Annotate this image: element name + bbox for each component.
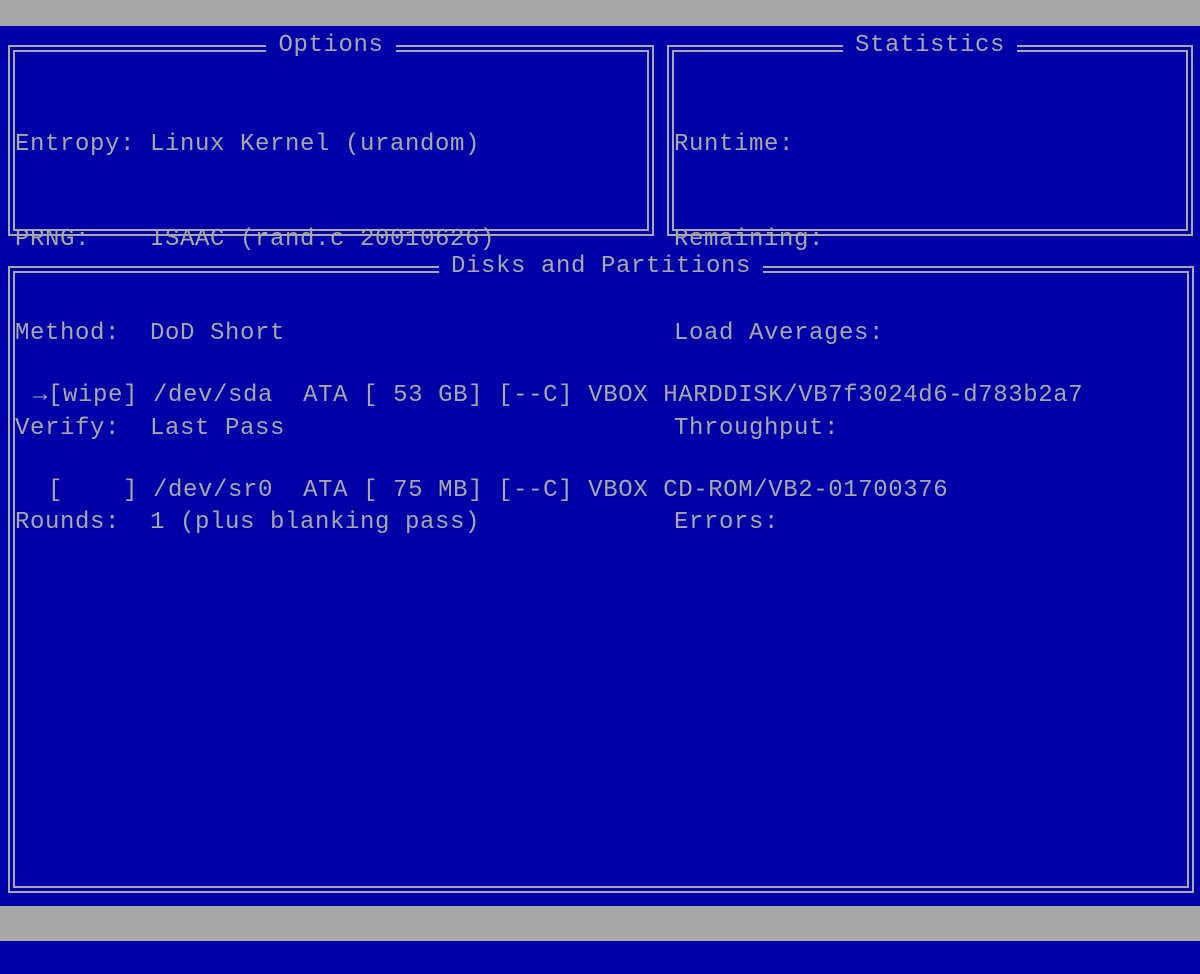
options-title: Options xyxy=(266,32,396,59)
disk-list: →[wipe] /dev/sda ATA [ 53 GB] [--C] VBOX… xyxy=(33,317,1083,569)
main-screen: Options Entropy: Linux Kernel (urandom) P… xyxy=(0,26,1200,906)
disk-model: VBOX HARDDISK/VB7f3024d6-d783b2a7 xyxy=(588,382,1084,409)
keybinding-footer: S=Start m=Method p=PRNG v=Verify r=Round… xyxy=(0,906,1200,970)
disk-item-sda[interactable]: →[wipe] /dev/sda ATA [ 53 GB] [--C] VBOX… xyxy=(33,380,1083,412)
option-value: Linux Kernel (urandom) xyxy=(150,131,481,158)
statistics-title: Statistics xyxy=(842,32,1018,59)
disk-bus: ATA xyxy=(303,382,349,409)
disk-size: [ 75 MB] xyxy=(363,476,484,504)
stat-label: Remaining: xyxy=(674,225,825,253)
statistics-panel: Statistics Runtime: Remaining: Load Aver… xyxy=(667,32,1193,536)
disk-flags: [--C] xyxy=(498,382,574,409)
disk-device: /dev/sda xyxy=(153,382,274,409)
footer-help-text: S=Start m=Method p=PRNG v=Verify r=Round… xyxy=(44,943,1200,970)
option-label: Entropy: xyxy=(15,131,136,158)
options-panel: Options Entropy: Linux Kernel (urandom) P… xyxy=(8,32,654,536)
wipe-mark[interactable]: [ ] xyxy=(48,477,138,504)
disk-flags: [--C] xyxy=(498,476,574,504)
wipe-mark[interactable]: [wipe] xyxy=(48,382,138,409)
disk-item-sr0[interactable]: [ ] /dev/sr0 ATA [ 75 MB] [--C] VBOX CD-… xyxy=(33,475,1083,507)
disk-device: /dev/sr0 xyxy=(153,476,274,504)
stat-runtime: Runtime: xyxy=(674,129,899,161)
disks-title: Disks and Partitions xyxy=(438,253,764,280)
disk-size: [ 53 GB] xyxy=(363,382,484,409)
disk-model: VBOX CD-ROM/VB2-01700376 xyxy=(588,476,949,504)
arrow-right-icon: → xyxy=(33,382,49,409)
disks-panel: Disks and Partitions →[wipe] /dev/sda AT… xyxy=(8,253,1194,893)
cursor-blank xyxy=(33,475,48,507)
disk-bus: ATA xyxy=(303,476,349,504)
option-entropy: Entropy: Linux Kernel (urandom) xyxy=(15,129,495,161)
option-value: ISAAC (rand.c 20010626) xyxy=(150,225,496,253)
stat-label: Runtime: xyxy=(674,131,795,158)
title-bar: ShredOS v2021.08.2_23_i586_0.34_(32-bit) xyxy=(0,0,1200,55)
